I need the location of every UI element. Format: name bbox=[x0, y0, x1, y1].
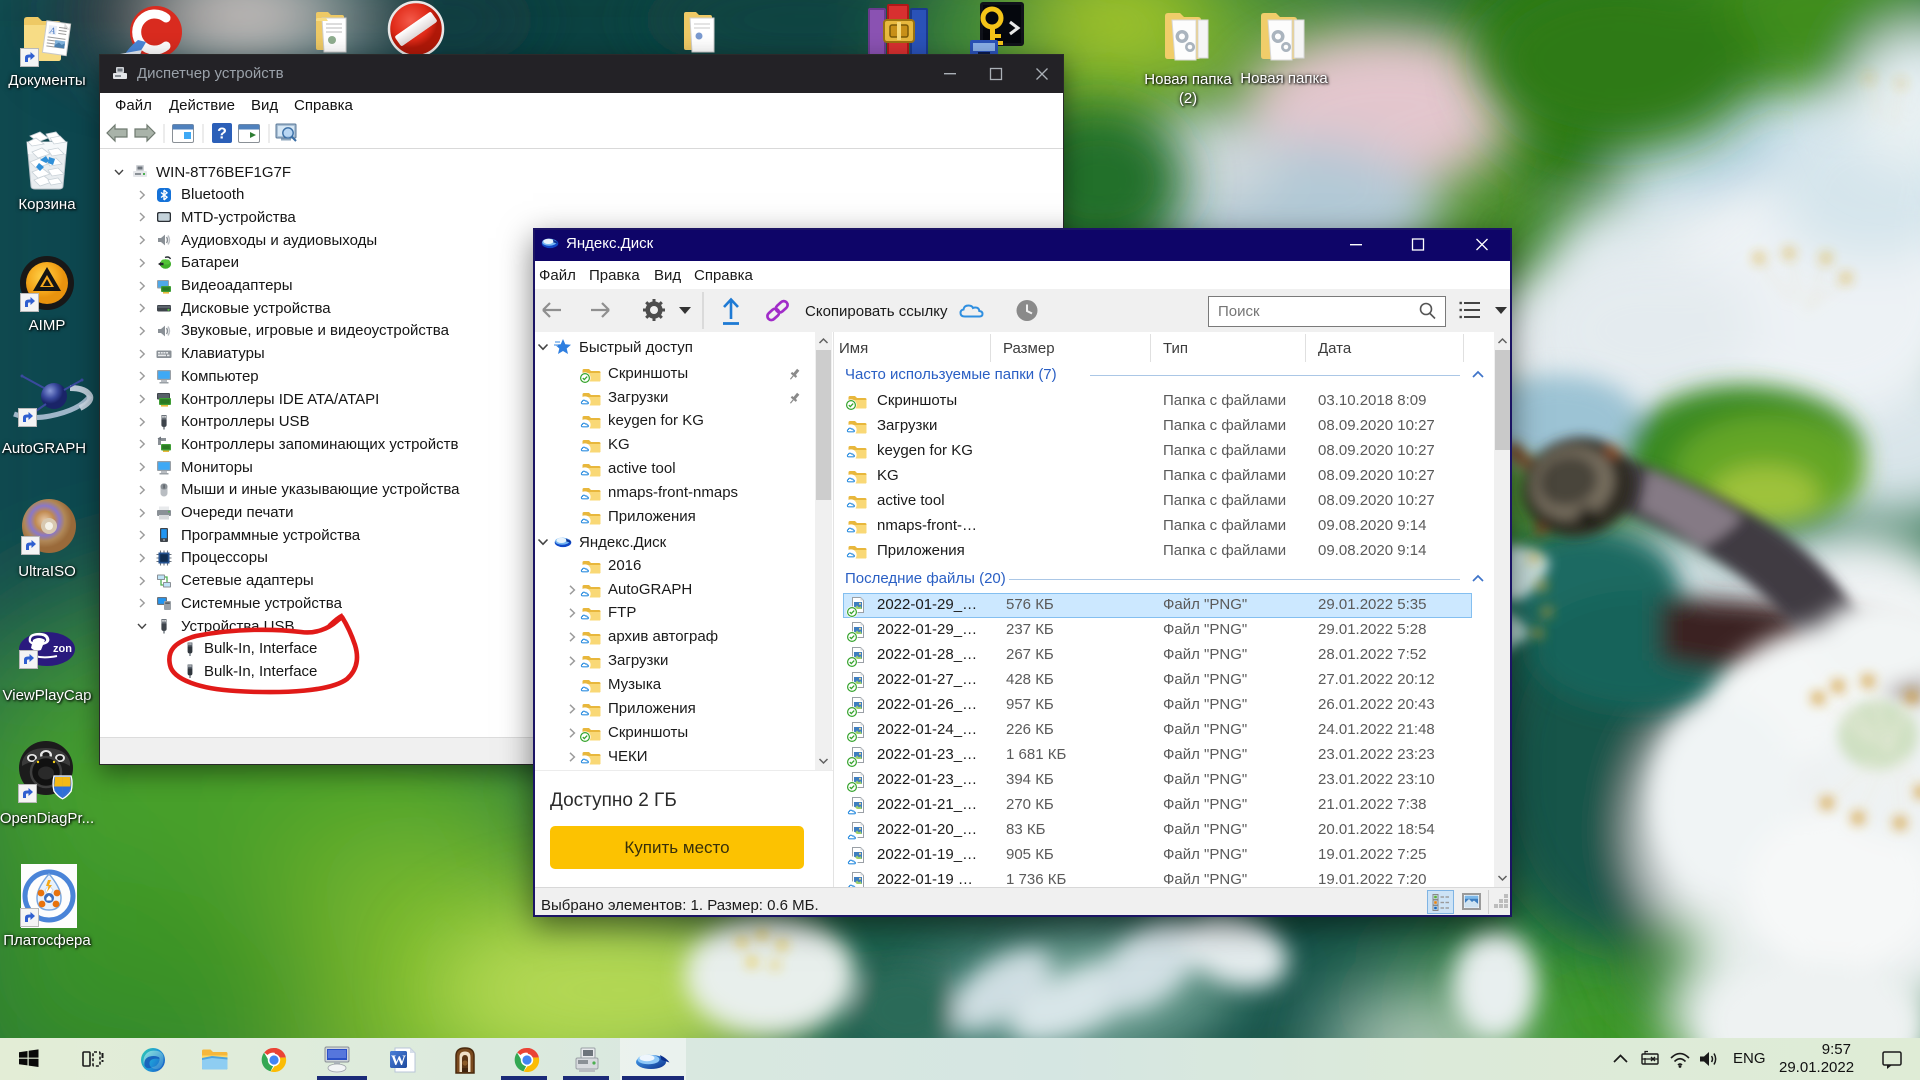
svg-text:zon: zon bbox=[53, 643, 72, 655]
svg-text:Скопировать ссылку: Скопировать ссылку bbox=[805, 303, 948, 320]
svg-text:?: ? bbox=[217, 126, 227, 143]
svg-text:W: W bbox=[391, 1053, 406, 1069]
svg-text:Поиск: Поиск bbox=[1218, 303, 1260, 320]
